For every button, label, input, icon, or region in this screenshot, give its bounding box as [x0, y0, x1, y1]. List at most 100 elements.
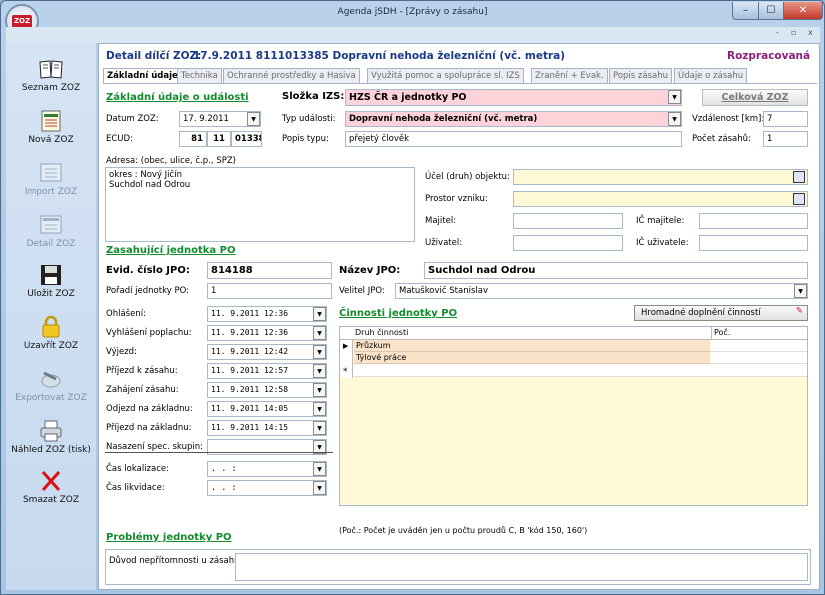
- uzivatel-field[interactable]: [513, 235, 623, 251]
- table-cell-pocet[interactable]: [711, 340, 807, 352]
- time-field[interactable]: 11. 9.2011 14:05: [207, 401, 327, 417]
- evid-cislo-field[interactable]: 814188: [207, 262, 332, 279]
- close-button[interactable]: ✕: [783, 2, 823, 20]
- popis-typu-field[interactable]: přejetý člověk: [345, 131, 682, 147]
- chevron-down-icon[interactable]: ▼: [313, 421, 326, 435]
- poradi-label: Pořadí jednotky PO:: [106, 286, 189, 296]
- sidebar-label: Seznam ZOZ: [21, 83, 81, 93]
- majitel-field[interactable]: [513, 213, 623, 229]
- nazev-label: Název JPO:: [339, 265, 401, 276]
- tab-zakladni-udaje[interactable]: Základní údaje: [103, 68, 182, 84]
- ic-uzivatele-field[interactable]: [699, 235, 808, 251]
- adresa-textarea[interactable]: okres : Nový Jičín Suchdol nad Odrou: [105, 167, 415, 242]
- tab-technika[interactable]: Technika: [177, 68, 222, 83]
- sidebar-item-import[interactable]: Import ZOZ: [6, 157, 96, 207]
- app-logo-text: ZOZ: [12, 14, 32, 28]
- tab-zraneni-evak[interactable]: Zranění + Evak.: [531, 68, 608, 83]
- list-picker-icon[interactable]: [793, 171, 805, 183]
- cas-likvidace-field[interactable]: . . :: [207, 480, 327, 496]
- chevron-down-icon[interactable]: ▼: [247, 112, 260, 126]
- time-field[interactable]: 11. 9.2011 14:15: [207, 420, 327, 436]
- activities-grid: Druh činnosti Poč. ▶ * Průzkum Týlové pr…: [339, 326, 808, 506]
- velitel-jpo-select[interactable]: Matuškovič Stanislav: [395, 283, 808, 299]
- time-field[interactable]: 11. 9.2011 12:36: [207, 325, 327, 341]
- mdi-close-button[interactable]: x: [808, 28, 813, 37]
- tab-ochranne-prostredky[interactable]: Ochranné prostředky a Hasiva: [223, 68, 360, 83]
- majitel-label: Majitel:: [425, 216, 457, 226]
- tab-udaje-o-zasahu[interactable]: Údaje o zásahu: [674, 68, 748, 83]
- sidebar-item-export[interactable]: Exportovat ZOZ: [6, 363, 96, 413]
- ecud-part3-field[interactable]: 013385: [231, 131, 262, 147]
- chevron-down-icon[interactable]: ▼: [313, 345, 326, 359]
- wand-icon: ✎: [795, 306, 803, 316]
- slozka-label: Složka IZS:: [282, 91, 345, 102]
- sidebar-label: Detail ZOZ: [26, 239, 76, 249]
- time-field[interactable]: 11. 9.2011 12:36: [207, 306, 327, 322]
- ic-majitele-field[interactable]: [699, 213, 808, 229]
- time-field[interactable]: 11. 9.2011 12:42: [207, 344, 327, 360]
- list-picker-icon[interactable]: [793, 193, 805, 205]
- tab-divider: [103, 83, 817, 84]
- chevron-down-icon[interactable]: ▼: [668, 90, 681, 104]
- duvod-nepritomnosti-field[interactable]: [235, 553, 808, 581]
- sidebar-item-nahled[interactable]: Náhled ZOZ (tisk): [6, 415, 96, 465]
- ucel-objektu-field[interactable]: [513, 169, 808, 185]
- sidebar-item-smazat[interactable]: Smazat ZOZ: [6, 465, 96, 515]
- time-field[interactable]: 11. 9.2011 12:58: [207, 382, 327, 398]
- chevron-down-icon[interactable]: ▼: [794, 284, 807, 298]
- sidebar-label: Exportovat ZOZ: [15, 393, 87, 403]
- sidebar-item-nova[interactable]: Nová ZOZ: [6, 105, 96, 155]
- chevron-down-icon[interactable]: ▼: [313, 364, 326, 378]
- sidebar-item-uzavrit[interactable]: Uzavřít ZOZ: [6, 311, 96, 361]
- cas-lokalizace-field[interactable]: . . :: [207, 461, 327, 477]
- sidebar-item-ulozit[interactable]: Uložit ZOZ: [6, 259, 96, 309]
- chevron-down-icon[interactable]: ▼: [313, 481, 326, 495]
- vzdalenost-field[interactable]: 7: [763, 111, 808, 127]
- table-row[interactable]: Týlové práce: [354, 352, 710, 364]
- datum-label: Datum ZOZ:: [106, 114, 159, 124]
- ecud-part2-field[interactable]: 11: [207, 131, 231, 147]
- sidebar-label: Uzavřít ZOZ: [23, 341, 79, 351]
- pocet-zasahu-field[interactable]: 1: [763, 131, 808, 147]
- tab-vyuzita-pomoc[interactable]: Využitá pomoc a spolupráce sl. IZS: [367, 68, 524, 83]
- celkova-zoz-button[interactable]: Celková ZOZ: [702, 89, 808, 106]
- table-row[interactable]: Průzkum: [354, 340, 710, 352]
- hromadne-doplneni-button[interactable]: Hromadné doplnění činností ✎: [634, 305, 808, 321]
- chevron-down-icon[interactable]: ▼: [668, 112, 681, 126]
- poradi-field[interactable]: 1: [207, 283, 332, 299]
- lokalizace-label: Čas lokalizace:: [106, 464, 169, 474]
- ecud-part1-field[interactable]: 81: [179, 131, 207, 147]
- chevron-down-icon[interactable]: ▼: [313, 462, 326, 476]
- activities-note: (Poč.: Počet je uváděn jen u počtu proud…: [339, 526, 588, 535]
- sidebar-item-seznam[interactable]: Seznam ZOZ: [6, 53, 96, 103]
- times-divider: [105, 452, 333, 453]
- table-row-new[interactable]: [354, 364, 807, 377]
- time-label: Příjezd k zásahu:: [106, 366, 178, 376]
- chevron-down-icon[interactable]: ▼: [313, 307, 326, 321]
- chevron-down-icon[interactable]: ▼: [313, 402, 326, 416]
- chevron-down-icon[interactable]: ▼: [313, 383, 326, 397]
- section-zakladni-udaje: Základní údaje o události: [106, 92, 249, 103]
- typ-udalosti-select[interactable]: Dopravní nehoda železniční (vč. metra): [345, 111, 682, 127]
- tab-popis-zasahu[interactable]: Popis zásahu: [609, 68, 672, 83]
- slozka-izs-select[interactable]: HZS ČR a jednotky PO: [345, 89, 682, 106]
- prostor-vzniku-field[interactable]: [513, 191, 808, 207]
- nazev-jpo-field[interactable]: Suchdol nad Odrou: [424, 262, 808, 279]
- sidebar-label: Uložit ZOZ: [27, 289, 75, 299]
- sidebar-item-detail[interactable]: Detail ZOZ: [6, 209, 96, 259]
- grid-header: Druh činnosti Poč.: [340, 327, 807, 340]
- minimize-button[interactable]: –: [732, 2, 759, 20]
- chevron-down-icon[interactable]: ▼: [313, 326, 326, 340]
- title-bar[interactable]: Agenda jSDH - [Zprávy o zásahu] – ☐ ✕: [1, 1, 824, 27]
- col-pocet: Poč.: [714, 328, 731, 337]
- mdi-minimize-button[interactable]: -: [776, 28, 779, 37]
- likvidace-label: Čas likvidace:: [106, 483, 165, 493]
- section-zasahujici-jednotka: Zasahující jednotka PO: [106, 245, 236, 256]
- section-cinnosti: Činnosti jednotky PO: [339, 308, 458, 319]
- popis-label: Popis typu:: [282, 134, 329, 144]
- maximize-button[interactable]: ☐: [758, 2, 784, 20]
- mdi-restore-button[interactable]: ▫: [791, 28, 796, 37]
- import-icon: [40, 163, 62, 182]
- table-cell-pocet[interactable]: [711, 352, 807, 364]
- time-field[interactable]: 11. 9.2011 12:57: [207, 363, 327, 379]
